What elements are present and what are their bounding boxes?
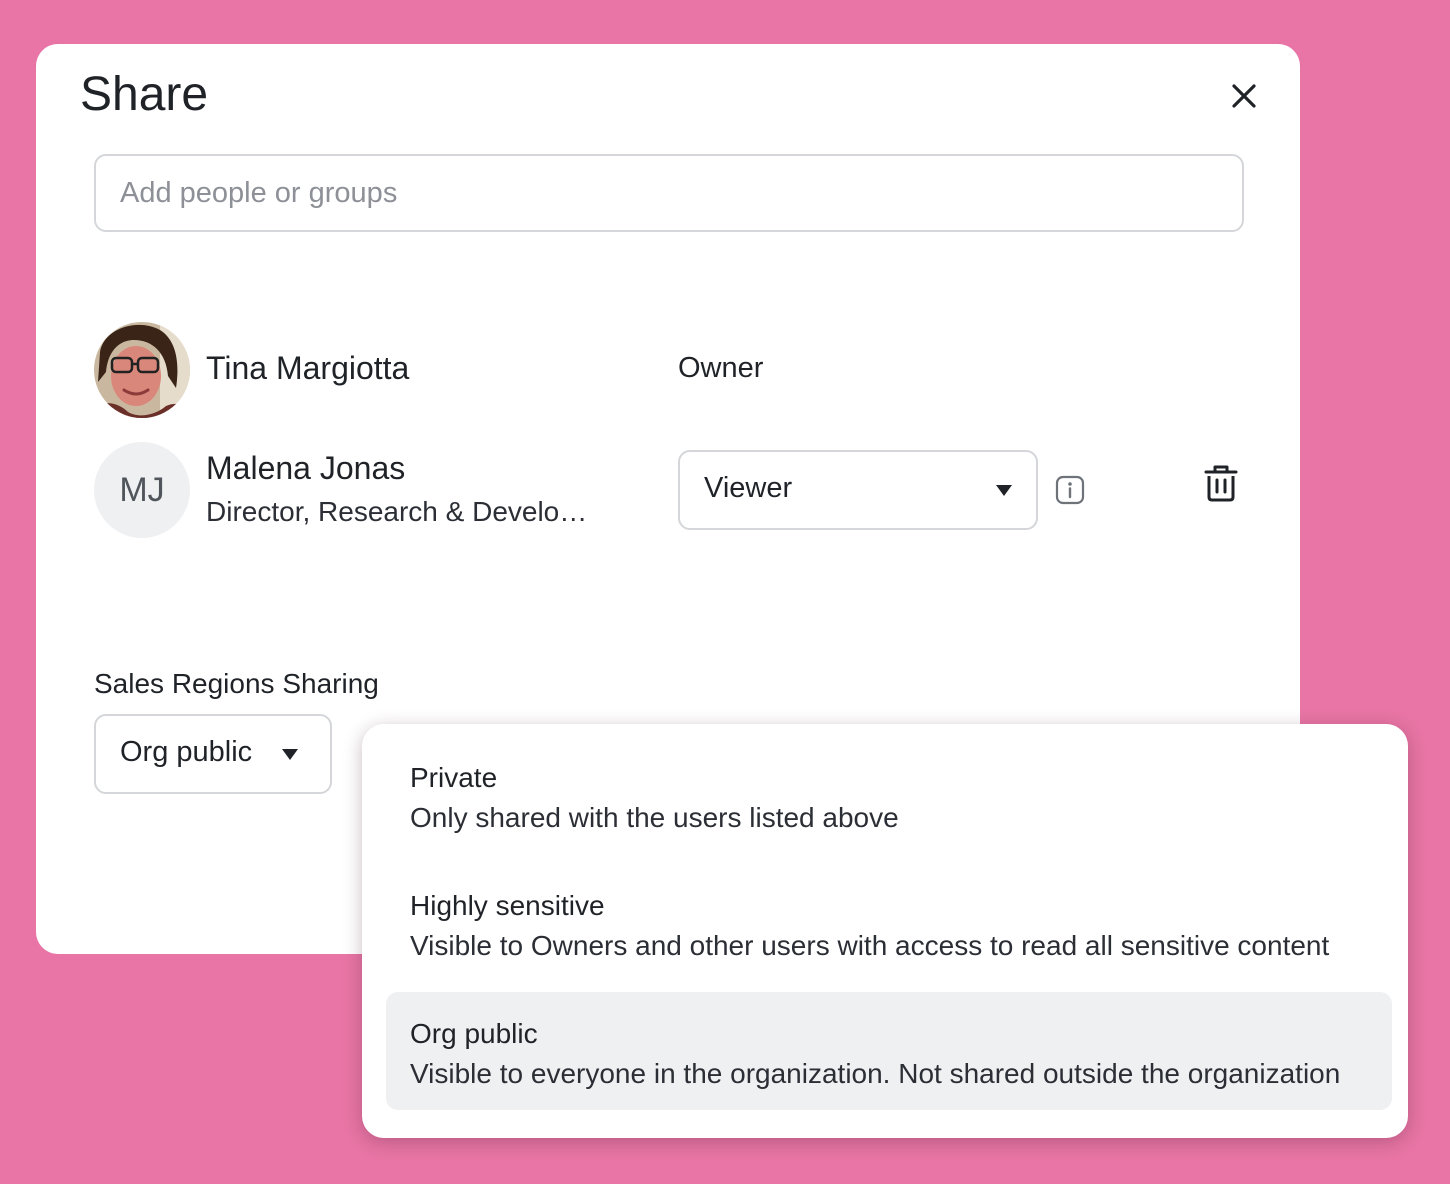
add-people-input[interactable] [120,156,1220,230]
dialog-title: Share [80,68,209,121]
role-info-button[interactable] [1054,474,1086,506]
sharing-level-select[interactable]: Org public [94,714,332,794]
sharing-section-label: Sales Regions Sharing [94,668,379,699]
person-title: Director, Research & Develo… [206,496,588,527]
trash-icon [1204,465,1238,502]
sharing-options-menu: Private Only shared with the users liste… [362,724,1408,1138]
remove-person-button[interactable] [1202,464,1240,504]
caret-down-icon [282,749,298,760]
option-description: Visible to Owners and other users with a… [410,930,1330,961]
option-description: Only shared with the users listed above [410,802,899,833]
role-select[interactable]: Viewer [678,450,1038,530]
person-name: Tina Margiotta [206,350,410,386]
option-title: Org public [410,1018,538,1049]
close-icon [1232,84,1256,108]
option-title: Private [410,762,498,793]
close-button[interactable] [1222,74,1266,118]
person-role: Owner [678,352,764,384]
menu-option-private[interactable]: Private Only shared with the users liste… [386,744,1392,862]
avatar-initials: MJ [94,442,190,538]
role-select-value: Viewer [704,472,793,504]
avatar-photo-image [94,322,190,418]
info-icon [1055,475,1085,505]
person-name: Malena Jonas [206,450,406,486]
menu-option-highly-sensitive[interactable]: Highly sensitive Visible to Owners and o… [386,872,1392,990]
add-people-field[interactable] [94,154,1244,232]
option-description: Visible to everyone in the organization.… [410,1058,1341,1089]
sharing-level-value: Org public [120,736,253,768]
menu-option-org-public[interactable]: Org public Visible to everyone in the or… [386,992,1392,1110]
avatar [94,322,190,418]
caret-down-icon [996,485,1012,496]
option-title: Highly sensitive [410,890,605,921]
